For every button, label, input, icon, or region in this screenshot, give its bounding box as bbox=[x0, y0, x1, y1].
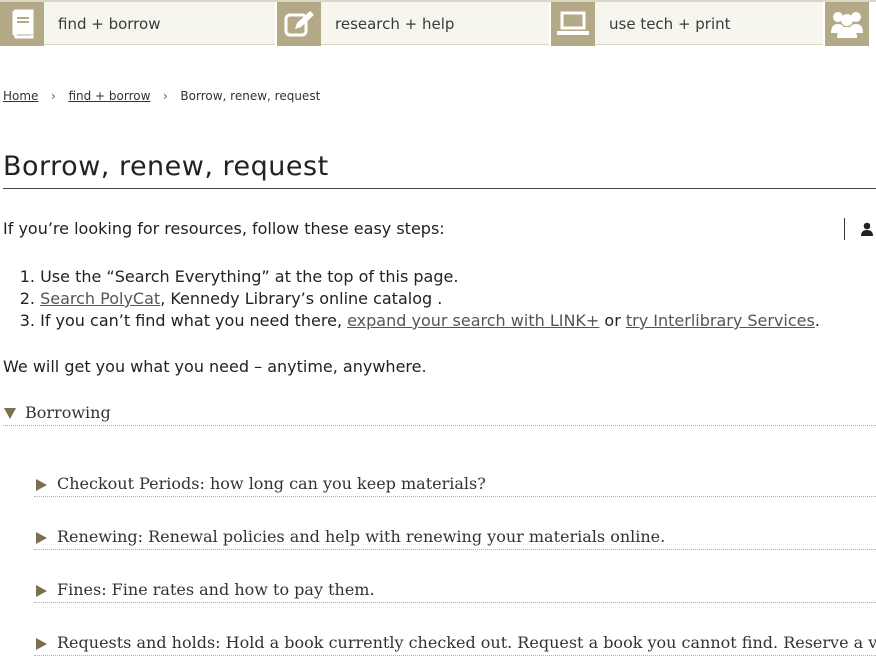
triangle-right-icon bbox=[36, 585, 47, 597]
breadcrumb-parent-link[interactable]: find + borrow bbox=[68, 89, 150, 103]
book-icon bbox=[0, 2, 44, 46]
accordion-heading: Borrowing bbox=[25, 403, 111, 422]
laptop-icon bbox=[551, 2, 595, 46]
title-divider bbox=[3, 188, 876, 189]
accordion-item-label: Fines: Fine rates and how to pay them. bbox=[57, 580, 375, 599]
step-text: Use the “Search Everything” at the top o… bbox=[40, 267, 459, 286]
nav-tab-label: find + borrow bbox=[58, 15, 161, 33]
accordion-item-label: Renewing: Renewal policies and help with… bbox=[57, 527, 666, 546]
accordion-borrowing[interactable]: Borrowing bbox=[3, 401, 876, 426]
accordion-item-requests-holds[interactable]: Requests and holds: Hold a book currentl… bbox=[34, 631, 876, 656]
nav-tab-group[interactable] bbox=[825, 2, 869, 46]
list-item: 2. Search PolyCat, Kennedy Library’s onl… bbox=[3, 288, 820, 310]
breadcrumb-separator: › bbox=[51, 89, 56, 103]
user-icon[interactable] bbox=[860, 222, 874, 241]
steps-list: 1. Use the “Search Everything” at the to… bbox=[3, 266, 820, 332]
edit-icon bbox=[277, 2, 321, 46]
list-item: 3. If you can’t find what you need there… bbox=[3, 310, 820, 332]
top-navigation: find + borrow research + help use tech +… bbox=[0, 0, 876, 46]
breadcrumb-home-link[interactable]: Home bbox=[3, 89, 38, 103]
accordion-item-renewing[interactable]: Renewing: Renewal policies and help with… bbox=[34, 525, 876, 550]
nav-tab-use-tech-print[interactable]: use tech + print bbox=[551, 2, 823, 46]
accordion-item-label: Requests and holds: Hold a book currentl… bbox=[57, 633, 876, 652]
nav-tab-label: research + help bbox=[335, 15, 455, 33]
step-number: 3. bbox=[19, 311, 35, 330]
triangle-right-icon bbox=[36, 638, 47, 650]
step-number: 1. bbox=[19, 267, 35, 286]
breadcrumb-current: Borrow, renew, request bbox=[180, 89, 321, 103]
intro-text: If you’re looking for resources, follow … bbox=[3, 219, 445, 238]
accordion-item-label: Checkout Periods: how long can you keep … bbox=[57, 474, 486, 493]
interlibrary-services-link[interactable]: try Interlibrary Services bbox=[626, 311, 815, 330]
triangle-right-icon bbox=[36, 532, 47, 544]
step-text: . bbox=[814, 311, 820, 330]
search-polycat-link[interactable]: Search PolyCat bbox=[40, 289, 160, 308]
breadcrumb-separator: › bbox=[163, 89, 168, 103]
page-title: Borrow, renew, request bbox=[3, 151, 329, 182]
triangle-right-icon bbox=[36, 479, 47, 491]
nav-tab-research-help[interactable]: research + help bbox=[277, 2, 549, 46]
nav-tab-label: use tech + print bbox=[609, 15, 731, 33]
list-item: 1. Use the “Search Everything” at the to… bbox=[3, 266, 820, 288]
accordion-item-checkout-periods[interactable]: Checkout Periods: how long can you keep … bbox=[34, 472, 876, 497]
breadcrumb: Home › find + borrow › Borrow, renew, reques… bbox=[3, 89, 320, 103]
step-text: , Kennedy Library’s online catalog . bbox=[160, 289, 443, 308]
sidebar-divider bbox=[844, 218, 845, 240]
link-plus-link[interactable]: expand your search with LINK+ bbox=[347, 311, 599, 330]
closing-text: We will get you what you need – anytime,… bbox=[3, 357, 427, 376]
accordion-item-fines[interactable]: Fines: Fine rates and how to pay them. bbox=[34, 578, 876, 603]
step-text: If you can’t find what you need there, bbox=[40, 311, 348, 330]
step-number: 2. bbox=[19, 289, 35, 308]
step-text: or bbox=[599, 311, 626, 330]
group-icon bbox=[825, 2, 869, 46]
nav-tab-find-borrow[interactable]: find + borrow bbox=[0, 2, 275, 46]
triangle-down-icon bbox=[4, 408, 16, 419]
